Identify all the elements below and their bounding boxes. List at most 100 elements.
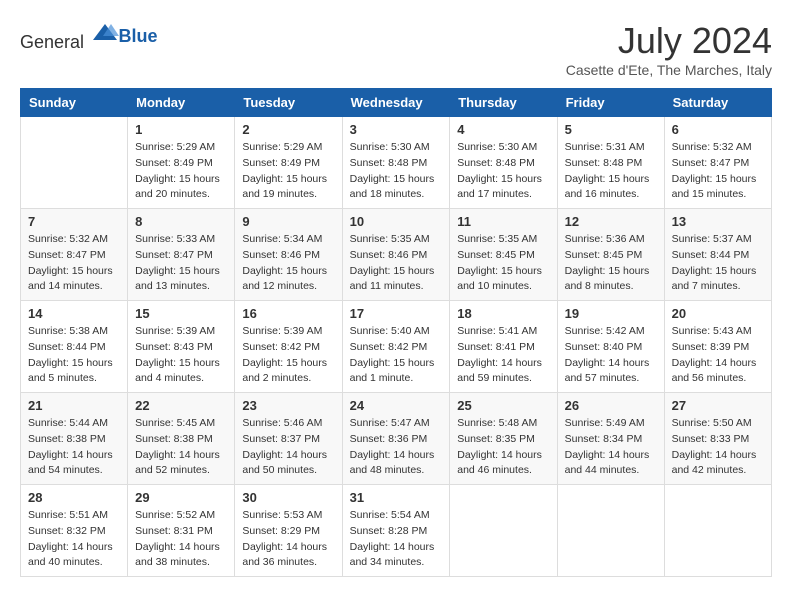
day-number: 1 bbox=[135, 122, 227, 137]
week-row-5: 28Sunrise: 5:51 AM Sunset: 8:32 PM Dayli… bbox=[21, 485, 772, 577]
week-row-1: 1 Sunrise: 5:29 AM Sunset: 8:49 PM Daylig… bbox=[21, 117, 772, 209]
day-cell-10: 10 Sunrise: 5:35 AM Sunset: 8:46 PM Dayli… bbox=[342, 209, 450, 301]
day-info: Sunrise: 5:40 AM Sunset: 8:42 PM Dayligh… bbox=[350, 324, 443, 387]
day-number: 27 bbox=[672, 398, 764, 413]
day-cell-8: 8 Sunrise: 5:33 AM Sunset: 8:47 PM Daylig… bbox=[128, 209, 235, 301]
day-number: 3 bbox=[350, 122, 443, 137]
day-cell-5: 5Sunrise: 5:31 AM Sunset: 8:48 PM Daylig… bbox=[557, 117, 664, 209]
day-number: 29 bbox=[135, 490, 227, 505]
day-number: 6 bbox=[672, 122, 764, 137]
day-cell-6: 6 Sunrise: 5:32 AM Sunset: 8:47 PM Daylig… bbox=[664, 117, 771, 209]
day-number: 14 bbox=[28, 306, 120, 321]
week-row-3: 14 Sunrise: 5:38 AM Sunset: 8:44 PM Dayli… bbox=[21, 301, 772, 393]
day-cell-2: 2 Sunrise: 5:29 AM Sunset: 8:49 PM Daylig… bbox=[235, 117, 342, 209]
day-number: 25 bbox=[457, 398, 549, 413]
day-cell-23: 23 Sunrise: 5:46 AM Sunset: 8:37 PM Dayli… bbox=[235, 393, 342, 485]
logo-icon bbox=[91, 20, 119, 48]
day-cell-16: 16Sunrise: 5:39 AM Sunset: 8:42 PM Dayli… bbox=[235, 301, 342, 393]
day-number: 11 bbox=[457, 214, 549, 229]
day-cell-13: 13Sunrise: 5:37 AM Sunset: 8:44 PM Dayli… bbox=[664, 209, 771, 301]
day-info: Sunrise: 5:47 AM Sunset: 8:36 PM Dayligh… bbox=[350, 416, 443, 479]
day-cell-1: 1 Sunrise: 5:29 AM Sunset: 8:49 PM Daylig… bbox=[128, 117, 235, 209]
day-number: 24 bbox=[350, 398, 443, 413]
day-info: Sunrise: 5:48 AM Sunset: 8:35 PM Dayligh… bbox=[457, 416, 549, 479]
header: General Blue July 2024 Casette d'Ete, Th… bbox=[20, 20, 772, 78]
logo-general: General bbox=[20, 32, 84, 52]
day-cell-30: 30Sunrise: 5:53 AM Sunset: 8:29 PM Dayli… bbox=[235, 485, 342, 577]
day-number: 10 bbox=[350, 214, 443, 229]
weekday-header-tuesday: Tuesday bbox=[235, 89, 342, 117]
day-number: 13 bbox=[672, 214, 764, 229]
day-cell-4: 4 Sunrise: 5:30 AM Sunset: 8:48 PM Daylig… bbox=[450, 117, 557, 209]
week-row-2: 7Sunrise: 5:32 AM Sunset: 8:47 PM Daylig… bbox=[21, 209, 772, 301]
day-info: Sunrise: 5:43 AM Sunset: 8:39 PM Dayligh… bbox=[672, 324, 764, 387]
day-info: Sunrise: 5:33 AM Sunset: 8:47 PM Dayligh… bbox=[135, 232, 227, 295]
day-cell-3: 3Sunrise: 5:30 AM Sunset: 8:48 PM Daylig… bbox=[342, 117, 450, 209]
day-info: Sunrise: 5:35 AM Sunset: 8:45 PM Dayligh… bbox=[457, 232, 549, 295]
empty-cell bbox=[557, 485, 664, 577]
day-cell-19: 19 Sunrise: 5:42 AM Sunset: 8:40 PM Dayli… bbox=[557, 301, 664, 393]
day-info: Sunrise: 5:45 AM Sunset: 8:38 PM Dayligh… bbox=[135, 416, 227, 479]
week-row-4: 21 Sunrise: 5:44 AM Sunset: 8:38 PM Dayli… bbox=[21, 393, 772, 485]
day-cell-31: 31 Sunrise: 5:54 AM Sunset: 8:28 PM Dayli… bbox=[342, 485, 450, 577]
day-info: Sunrise: 5:29 AM Sunset: 8:49 PM Dayligh… bbox=[135, 140, 227, 203]
day-info: Sunrise: 5:44 AM Sunset: 8:38 PM Dayligh… bbox=[28, 416, 120, 479]
day-number: 26 bbox=[565, 398, 657, 413]
day-cell-17: 17 Sunrise: 5:40 AM Sunset: 8:42 PM Dayli… bbox=[342, 301, 450, 393]
day-cell-18: 18Sunrise: 5:41 AM Sunset: 8:41 PM Dayli… bbox=[450, 301, 557, 393]
day-number: 17 bbox=[350, 306, 443, 321]
day-info: Sunrise: 5:36 AM Sunset: 8:45 PM Dayligh… bbox=[565, 232, 657, 295]
weekday-header-monday: Monday bbox=[128, 89, 235, 117]
day-cell-9: 9 Sunrise: 5:34 AM Sunset: 8:46 PM Daylig… bbox=[235, 209, 342, 301]
day-number: 23 bbox=[242, 398, 334, 413]
day-cell-22: 22 Sunrise: 5:45 AM Sunset: 8:38 PM Dayli… bbox=[128, 393, 235, 485]
location-title: Casette d'Ete, The Marches, Italy bbox=[566, 62, 772, 78]
weekday-header-sunday: Sunday bbox=[21, 89, 128, 117]
day-info: Sunrise: 5:50 AM Sunset: 8:33 PM Dayligh… bbox=[672, 416, 764, 479]
day-info: Sunrise: 5:49 AM Sunset: 8:34 PM Dayligh… bbox=[565, 416, 657, 479]
day-info: Sunrise: 5:29 AM Sunset: 8:49 PM Dayligh… bbox=[242, 140, 334, 203]
day-number: 21 bbox=[28, 398, 120, 413]
day-info: Sunrise: 5:42 AM Sunset: 8:40 PM Dayligh… bbox=[565, 324, 657, 387]
empty-cell bbox=[21, 117, 128, 209]
day-cell-26: 26 Sunrise: 5:49 AM Sunset: 8:34 PM Dayli… bbox=[557, 393, 664, 485]
day-cell-14: 14 Sunrise: 5:38 AM Sunset: 8:44 PM Dayli… bbox=[21, 301, 128, 393]
day-info: Sunrise: 5:39 AM Sunset: 8:43 PM Dayligh… bbox=[135, 324, 227, 387]
day-number: 20 bbox=[672, 306, 764, 321]
day-cell-12: 12 Sunrise: 5:36 AM Sunset: 8:45 PM Dayli… bbox=[557, 209, 664, 301]
calendar: SundayMondayTuesdayWednesdayThursdayFrid… bbox=[20, 88, 772, 577]
day-number: 8 bbox=[135, 214, 227, 229]
day-info: Sunrise: 5:52 AM Sunset: 8:31 PM Dayligh… bbox=[135, 508, 227, 571]
month-title: July 2024 bbox=[566, 20, 772, 62]
day-cell-25: 25 Sunrise: 5:48 AM Sunset: 8:35 PM Dayli… bbox=[450, 393, 557, 485]
day-number: 9 bbox=[242, 214, 334, 229]
day-cell-29: 29 Sunrise: 5:52 AM Sunset: 8:31 PM Dayli… bbox=[128, 485, 235, 577]
day-info: Sunrise: 5:35 AM Sunset: 8:46 PM Dayligh… bbox=[350, 232, 443, 295]
day-cell-20: 20 Sunrise: 5:43 AM Sunset: 8:39 PM Dayli… bbox=[664, 301, 771, 393]
empty-cell bbox=[450, 485, 557, 577]
day-number: 2 bbox=[242, 122, 334, 137]
weekday-header-thursday: Thursday bbox=[450, 89, 557, 117]
logo: General Blue bbox=[20, 20, 158, 53]
day-number: 22 bbox=[135, 398, 227, 413]
day-info: Sunrise: 5:38 AM Sunset: 8:44 PM Dayligh… bbox=[28, 324, 120, 387]
day-number: 19 bbox=[565, 306, 657, 321]
day-cell-28: 28Sunrise: 5:51 AM Sunset: 8:32 PM Dayli… bbox=[21, 485, 128, 577]
day-number: 15 bbox=[135, 306, 227, 321]
day-number: 12 bbox=[565, 214, 657, 229]
day-info: Sunrise: 5:31 AM Sunset: 8:48 PM Dayligh… bbox=[565, 140, 657, 203]
weekday-header-friday: Friday bbox=[557, 89, 664, 117]
day-number: 4 bbox=[457, 122, 549, 137]
day-info: Sunrise: 5:34 AM Sunset: 8:46 PM Dayligh… bbox=[242, 232, 334, 295]
weekday-header-wednesday: Wednesday bbox=[342, 89, 450, 117]
day-number: 28 bbox=[28, 490, 120, 505]
day-info: Sunrise: 5:30 AM Sunset: 8:48 PM Dayligh… bbox=[457, 140, 549, 203]
day-info: Sunrise: 5:46 AM Sunset: 8:37 PM Dayligh… bbox=[242, 416, 334, 479]
day-cell-11: 11 Sunrise: 5:35 AM Sunset: 8:45 PM Dayli… bbox=[450, 209, 557, 301]
day-number: 31 bbox=[350, 490, 443, 505]
day-info: Sunrise: 5:32 AM Sunset: 8:47 PM Dayligh… bbox=[672, 140, 764, 203]
day-cell-21: 21 Sunrise: 5:44 AM Sunset: 8:38 PM Dayli… bbox=[21, 393, 128, 485]
day-info: Sunrise: 5:53 AM Sunset: 8:29 PM Dayligh… bbox=[242, 508, 334, 571]
day-info: Sunrise: 5:54 AM Sunset: 8:28 PM Dayligh… bbox=[350, 508, 443, 571]
title-area: July 2024 Casette d'Ete, The Marches, It… bbox=[566, 20, 772, 78]
